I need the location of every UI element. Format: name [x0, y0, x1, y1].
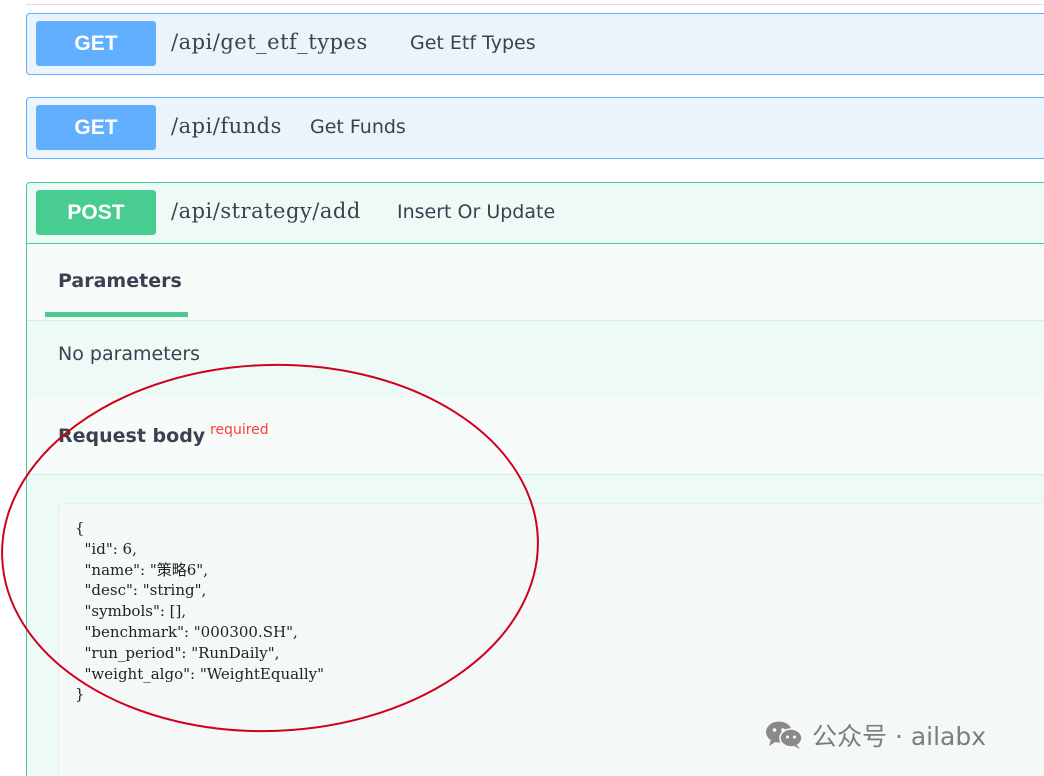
- opblock-summary[interactable]: POST /api/strategy/add Insert Or Update: [27, 183, 1044, 243]
- opblock-summary[interactable]: GET /api/get_etf_types Get Etf Types: [27, 14, 1044, 74]
- endpoint-summary: Insert Or Update: [397, 201, 556, 223]
- method-badge-get: GET: [36, 105, 156, 150]
- opblock-summary[interactable]: GET /api/funds Get Funds: [27, 98, 1044, 158]
- endpoint-path: /api/funds: [171, 114, 282, 138]
- tab-parameters[interactable]: Parameters: [58, 270, 182, 292]
- method-badge-get: GET: [36, 21, 156, 66]
- active-tab-indicator: [45, 312, 188, 317]
- request-body-title: Request body: [58, 425, 206, 447]
- endpoint-summary: Get Etf Types: [410, 32, 536, 54]
- opblock-post-strategy-add: POST /api/strategy/add Insert Or Update …: [26, 182, 1044, 776]
- watermark-text: 公众号 · ailabx: [812, 722, 987, 751]
- required-label: required: [210, 422, 269, 438]
- endpoint-summary: Get Funds: [310, 116, 406, 138]
- opblock-get-funds[interactable]: GET /api/funds Get Funds: [26, 97, 1044, 159]
- endpoint-path: /api/strategy/add: [171, 199, 361, 223]
- method-badge-post: POST: [36, 190, 156, 235]
- swagger-page: GET /api/get_etf_types Get Etf Types GET…: [0, 0, 1044, 776]
- no-parameters-text: No parameters: [58, 343, 201, 365]
- endpoint-path: /api/get_etf_types: [171, 30, 368, 54]
- opblock-get-etf-types[interactable]: GET /api/get_etf_types Get Etf Types: [26, 13, 1044, 75]
- top-divider: [26, 4, 1044, 5]
- request-body-json[interactable]: { "id": 6, "name": "策略6", "desc": "strin…: [75, 518, 324, 705]
- wechat-icon: [766, 721, 803, 749]
- watermark: 公众号 · ailabx: [764, 718, 986, 752]
